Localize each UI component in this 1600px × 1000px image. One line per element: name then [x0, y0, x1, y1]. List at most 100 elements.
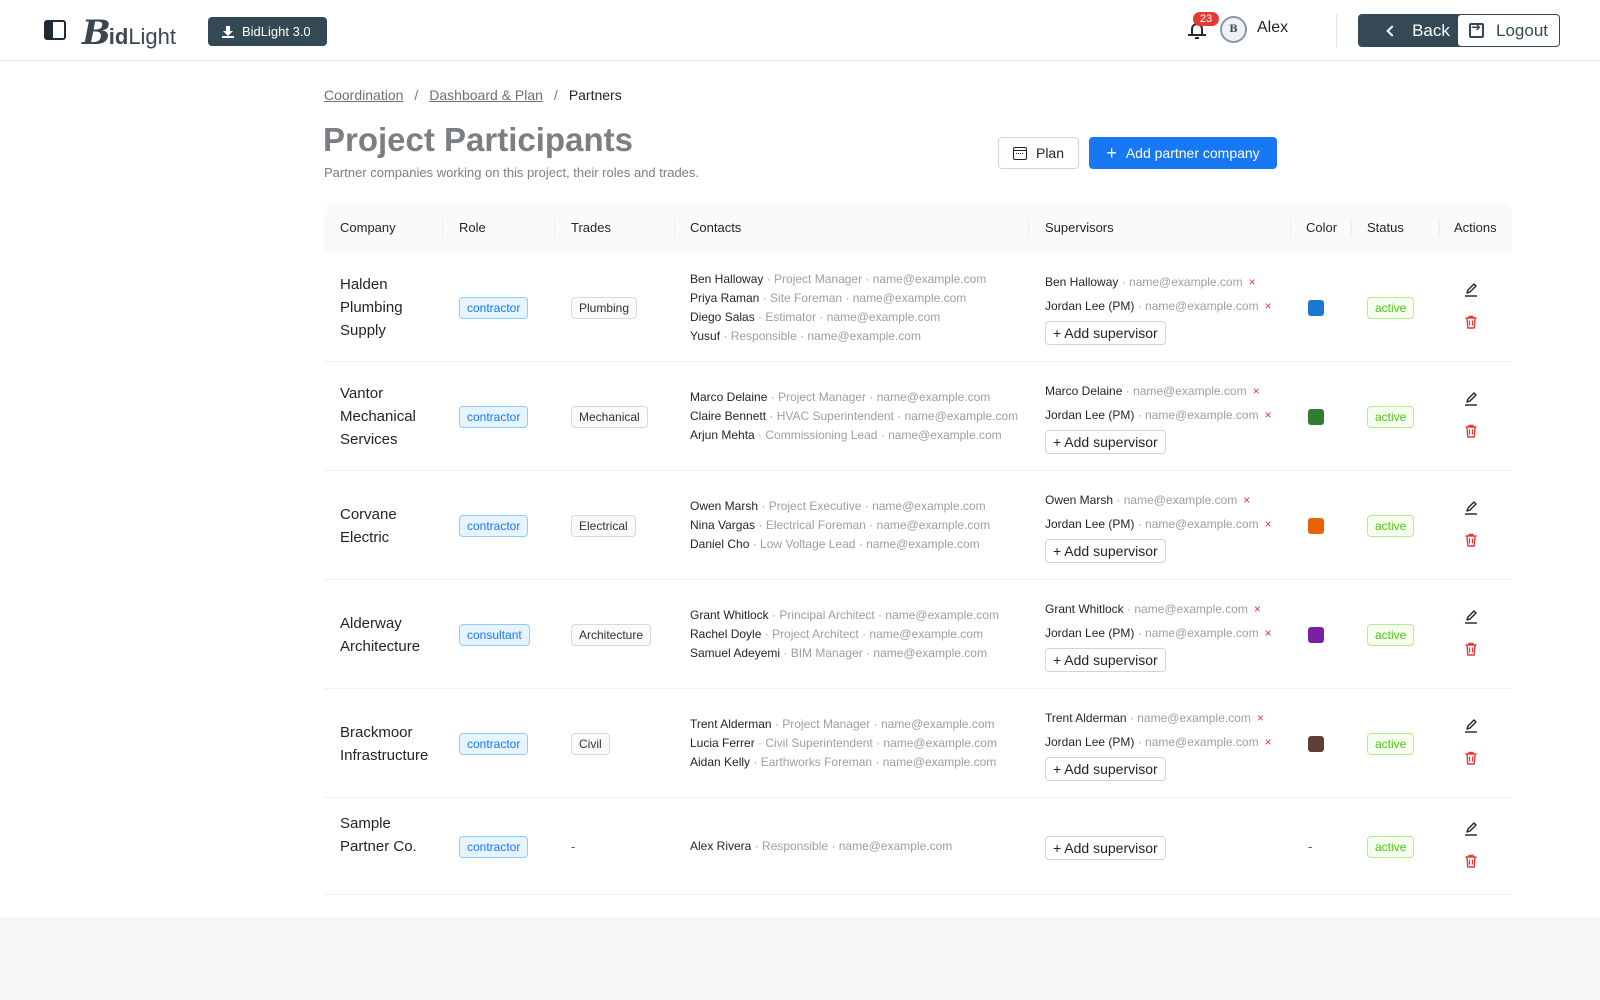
contact-name: Trent Alderman	[690, 717, 772, 731]
calendar-icon	[1012, 146, 1027, 160]
supervisor-name: Jordan Lee (PM)	[1045, 299, 1135, 313]
add-supervisor-button[interactable]: + Add supervisor	[1045, 757, 1166, 781]
add-supervisor-button[interactable]: + Add supervisor	[1045, 648, 1166, 672]
remove-supervisor-icon[interactable]: ×	[1265, 408, 1272, 422]
add-supervisor-button[interactable]: + Add supervisor	[1045, 430, 1166, 454]
supervisor-name: Jordan Lee (PM)	[1045, 517, 1135, 531]
delete-icon[interactable]	[1463, 314, 1479, 330]
supervisor-item: Jordan Lee (PM) · name@example.com ×	[1045, 294, 1272, 318]
edit-icon[interactable]	[1463, 391, 1479, 407]
supervisors-list: + Add supervisor	[1045, 833, 1166, 860]
color-swatch[interactable]	[1308, 626, 1324, 643]
column-header-status: Status	[1367, 220, 1404, 235]
contact-details: · Responsible · name@example.com	[751, 839, 953, 853]
supervisor-name: Jordan Lee (PM)	[1045, 626, 1135, 640]
delete-icon[interactable]	[1463, 423, 1479, 439]
contact-name: Aidan Kelly	[690, 755, 751, 769]
remove-supervisor-icon[interactable]: ×	[1243, 493, 1250, 507]
supervisor-item: Jordan Lee (PM) · name@example.com ×	[1045, 621, 1272, 645]
contact-item: Daniel Cho · Low Voltage Lead · name@exa…	[690, 535, 990, 554]
color-swatch[interactable]	[1308, 735, 1324, 752]
logo-bold-text: id	[108, 24, 129, 49]
delete-icon[interactable]	[1463, 641, 1479, 657]
supervisor-name: Trent Alderman	[1045, 711, 1127, 725]
contact-item: Diego Salas · Estimator · name@example.c…	[690, 308, 986, 327]
supervisor-email: · name@example.com	[1134, 408, 1259, 422]
contact-item: Yusuf · Responsible · name@example.com	[690, 327, 986, 346]
supervisor-email: · name@example.com	[1126, 711, 1251, 725]
sidebar-toggle-icon[interactable]	[44, 20, 66, 40]
supervisor-email: · name@example.com	[1123, 602, 1248, 616]
edit-icon[interactable]	[1463, 609, 1479, 625]
add-partner-company-button[interactable]: + Add partner company	[1089, 137, 1277, 169]
table-row: Halden Plumbing Supply contractor Plumbing…	[324, 253, 1512, 362]
column-header-contacts: Contacts	[690, 220, 742, 235]
contact-details: · Project Manager · name@example.com	[767, 390, 991, 404]
download-icon	[222, 25, 234, 38]
remove-supervisor-icon[interactable]: ×	[1253, 384, 1260, 398]
supervisor-item: Grant Whitlock · name@example.com ×	[1045, 597, 1272, 621]
contact-name: Alex Rivera	[690, 839, 752, 853]
supervisors-list: Marco Delaine · name@example.com × Jordan …	[1045, 379, 1272, 454]
role-tag: contractor	[459, 296, 529, 319]
breadcrumb-coordination[interactable]: Coordination	[324, 87, 403, 103]
remove-supervisor-icon[interactable]: ×	[1265, 299, 1272, 313]
table-row: Alderway Architecture consultant Architect…	[324, 580, 1512, 689]
avatar[interactable]: B	[1220, 16, 1247, 43]
contact-name: Marco Delaine	[690, 390, 768, 404]
role-tag: consultant	[459, 623, 530, 646]
edit-icon[interactable]	[1463, 821, 1479, 837]
remove-supervisor-icon[interactable]: ×	[1265, 517, 1272, 531]
color-swatch[interactable]	[1308, 299, 1324, 316]
edit-icon[interactable]	[1463, 500, 1479, 516]
supervisor-item: Jordan Lee (PM) · name@example.com ×	[1045, 512, 1272, 536]
supervisor-item: Jordan Lee (PM) · name@example.com ×	[1045, 730, 1272, 754]
supervisor-email: · name@example.com	[1134, 299, 1259, 313]
remove-supervisor-icon[interactable]: ×	[1265, 735, 1272, 749]
add-supervisor-button[interactable]: + Add supervisor	[1045, 321, 1166, 345]
supervisor-name: Grant Whitlock	[1045, 602, 1124, 616]
bidlight-logo[interactable]: B id Light	[82, 10, 176, 50]
supervisors-list: Trent Alderman · name@example.com × Jordan…	[1045, 706, 1272, 781]
main-content: Coordination / Dashboard & Plan / Partne…	[0, 61, 1600, 918]
supervisor-email: · name@example.com	[1134, 735, 1259, 749]
breadcrumb-separator: /	[553, 87, 558, 103]
contact-item: Nina Vargas · Electrical Foreman · name@…	[690, 516, 990, 535]
supervisor-email: · name@example.com	[1118, 275, 1243, 289]
delete-icon[interactable]	[1463, 750, 1479, 766]
delete-icon[interactable]	[1463, 853, 1479, 869]
supervisor-name: Marco Delaine	[1045, 384, 1123, 398]
contact-details: · Commissioning Lead · name@example.com	[754, 428, 1002, 442]
delete-icon[interactable]	[1463, 532, 1479, 548]
remove-supervisor-icon[interactable]: ×	[1254, 602, 1261, 616]
status-badge: active	[1367, 405, 1415, 428]
contact-item: Lucia Ferrer · Civil Superintendent · na…	[690, 734, 997, 753]
remove-supervisor-icon[interactable]: ×	[1265, 626, 1272, 640]
contact-details: · Earthworks Foreman · name@example.com	[750, 755, 997, 769]
contact-details: · Low Voltage Lead · name@example.com	[749, 537, 980, 551]
edit-icon[interactable]	[1463, 718, 1479, 734]
add-supervisor-button[interactable]: + Add supervisor	[1045, 836, 1166, 860]
add-supervisor-button[interactable]: + Add supervisor	[1045, 539, 1166, 563]
table-row: Brackmoor Infrastructure contractor Civil T…	[324, 689, 1512, 798]
contact-name: Daniel Cho	[690, 537, 750, 551]
company-name: Brackmoor Infrastructure	[340, 723, 429, 764]
column-header-company: Company	[340, 220, 396, 235]
remove-supervisor-icon[interactable]: ×	[1257, 711, 1264, 725]
edit-icon[interactable]	[1463, 282, 1479, 298]
contact-item: Ben Halloway · Project Manager · name@ex…	[690, 270, 986, 289]
contact-details: · Responsible · name@example.com	[720, 328, 921, 343]
notification-count-badge: 23	[1193, 12, 1219, 26]
username[interactable]: Alex	[1257, 19, 1288, 37]
logout-button[interactable]: Logout	[1457, 14, 1560, 47]
remove-supervisor-icon[interactable]: ×	[1249, 275, 1256, 289]
download-version-button[interactable]: BidLight 3.0	[208, 17, 327, 46]
supervisor-item: Trent Alderman · name@example.com ×	[1045, 706, 1272, 730]
company-name: Alderway Architecture	[340, 614, 421, 655]
trade-tag: Architecture	[571, 623, 652, 646]
color-swatch[interactable]	[1308, 517, 1324, 534]
color-swatch[interactable]	[1308, 408, 1324, 425]
contact-details: · Estimator · name@example.com	[754, 309, 941, 324]
breadcrumb-dashboard-plan[interactable]: Dashboard & Plan	[429, 87, 543, 103]
plan-button[interactable]: Plan	[998, 137, 1079, 169]
